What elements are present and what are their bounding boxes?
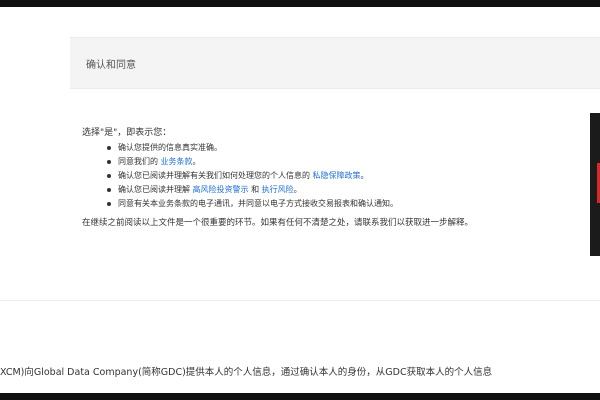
list-item: 确认您已阅读并理解有关我们如何处理您的个人信息的 私隐保障政策。 — [82, 169, 582, 183]
footer-text: XCM)向Global Data Company(简称GDC)提供本人的个人信息… — [0, 367, 493, 378]
term-text: 同意有关本业务条款的电子通讯，并同意以电子方式接收交易报表和确认通知。 — [118, 199, 398, 208]
bullet-icon — [107, 160, 111, 164]
section-title: 确认和同意 — [86, 59, 136, 71]
consent-terms-list: 确认您提供的信息真实准确。 同意我们的 业务条款。 确认您已阅读并理解有关我们如… — [82, 141, 582, 211]
term-text-end: 。 — [360, 171, 369, 180]
consent-page: 确认和同意 选择"是"，即表示您： 确认您提供的信息真实准确。 同意我们的 业务… — [0, 0, 600, 400]
term-text: 同意我们的 — [118, 157, 161, 166]
term-text: 确认您提供的信息真实准确。 — [118, 143, 222, 152]
bullet-icon — [107, 174, 111, 178]
top-edge-bar — [0, 0, 600, 7]
list-item: 确认您提供的信息真实准确。 — [82, 141, 582, 155]
term-text-end: 。 — [192, 157, 201, 166]
list-item: 确认您已阅读并理解 高风险投资警示 和 执行风险。 — [82, 183, 582, 197]
term-text: 确认您已阅读并理解 — [118, 185, 193, 194]
bullet-icon — [107, 146, 111, 150]
term-text-mid: 和 — [248, 185, 262, 194]
section-header: 确认和同意 — [70, 37, 600, 89]
bottom-edge-bar — [0, 393, 600, 400]
term-text: 确认您已阅读并理解有关我们如何处理您的个人信息的 — [118, 171, 313, 180]
bullet-icon — [107, 202, 111, 206]
consent-reminder: 在继续之前阅读以上文件是一个很重要的环节。如果有任何不清楚之处，请联系我们以获取… — [82, 218, 474, 228]
consent-body: 选择"是"，即表示您： 确认您提供的信息真实准确。 同意我们的 业务条款。 确认… — [82, 126, 582, 230]
term-text-end: 。 — [293, 185, 302, 194]
bullet-icon — [107, 188, 111, 192]
privacy-policy-link[interactable]: 私隐保障政策 — [313, 171, 361, 180]
list-item: 同意有关本业务条款的电子通讯，并同意以电子方式接收交易报表和确认通知。 — [82, 197, 582, 211]
execution-risk-link[interactable]: 执行风险 — [262, 185, 294, 194]
high-risk-warning-link[interactable]: 高风险投资警示 — [193, 185, 249, 194]
list-item: 同意我们的 业务条款。 — [82, 155, 582, 169]
business-terms-link[interactable]: 业务条款 — [161, 157, 193, 166]
consent-intro: 选择"是"，即表示您： — [82, 128, 172, 138]
footer-divider — [0, 300, 600, 301]
